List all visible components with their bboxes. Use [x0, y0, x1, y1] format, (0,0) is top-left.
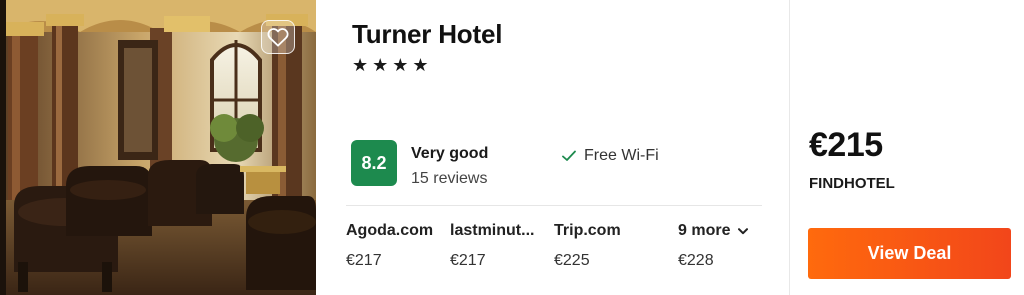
best-deal-panel: €215 FINDHOTEL View Deal — [790, 0, 1024, 295]
star-rating: ★★★★ — [352, 55, 433, 75]
provider-deal[interactable]: lastminut... €217 — [450, 222, 546, 270]
checkmark-icon — [562, 150, 576, 161]
provider-deal[interactable]: Agoda.com €217 — [346, 222, 442, 270]
hotel-result-card[interactable]: Turner Hotel ★★★★ 8.2 Very good 15 revie… — [0, 0, 1024, 295]
hotel-info: Turner Hotel ★★★★ 8.2 Very good 15 revie… — [316, 0, 790, 295]
divider — [346, 205, 762, 206]
chevron-down-icon — [738, 227, 749, 234]
provider-price: €217 — [450, 252, 486, 269]
provider-name: Trip.com — [554, 222, 621, 239]
hotel-photo[interactable] — [0, 0, 316, 295]
heart-icon — [267, 28, 289, 47]
hotel-name[interactable]: Turner Hotel — [352, 19, 502, 50]
provider-deal[interactable]: Trip.com €225 — [554, 222, 650, 270]
review-count[interactable]: 15 reviews — [411, 170, 487, 188]
more-providers-label: 9 more — [678, 222, 731, 239]
provider-price: €217 — [346, 252, 382, 269]
best-deal-provider: FINDHOTEL — [809, 175, 895, 192]
provider-price: €228 — [678, 252, 714, 269]
more-providers[interactable]: 9 more €228 — [678, 222, 768, 270]
more-providers-button[interactable]: 9 more — [678, 222, 768, 240]
amenity-wifi: Free Wi-Fi — [562, 147, 659, 165]
rating-label: Very good — [411, 145, 489, 162]
provider-price: €225 — [554, 252, 590, 269]
amenity-label: Free Wi-Fi — [584, 147, 659, 164]
review-score-badge: 8.2 — [351, 140, 397, 186]
view-deal-button[interactable]: View Deal — [808, 228, 1011, 279]
favorite-button[interactable] — [261, 20, 295, 54]
provider-name: Agoda.com — [346, 222, 434, 239]
provider-name: lastminut... — [450, 222, 535, 239]
best-price: €215 — [809, 126, 883, 164]
